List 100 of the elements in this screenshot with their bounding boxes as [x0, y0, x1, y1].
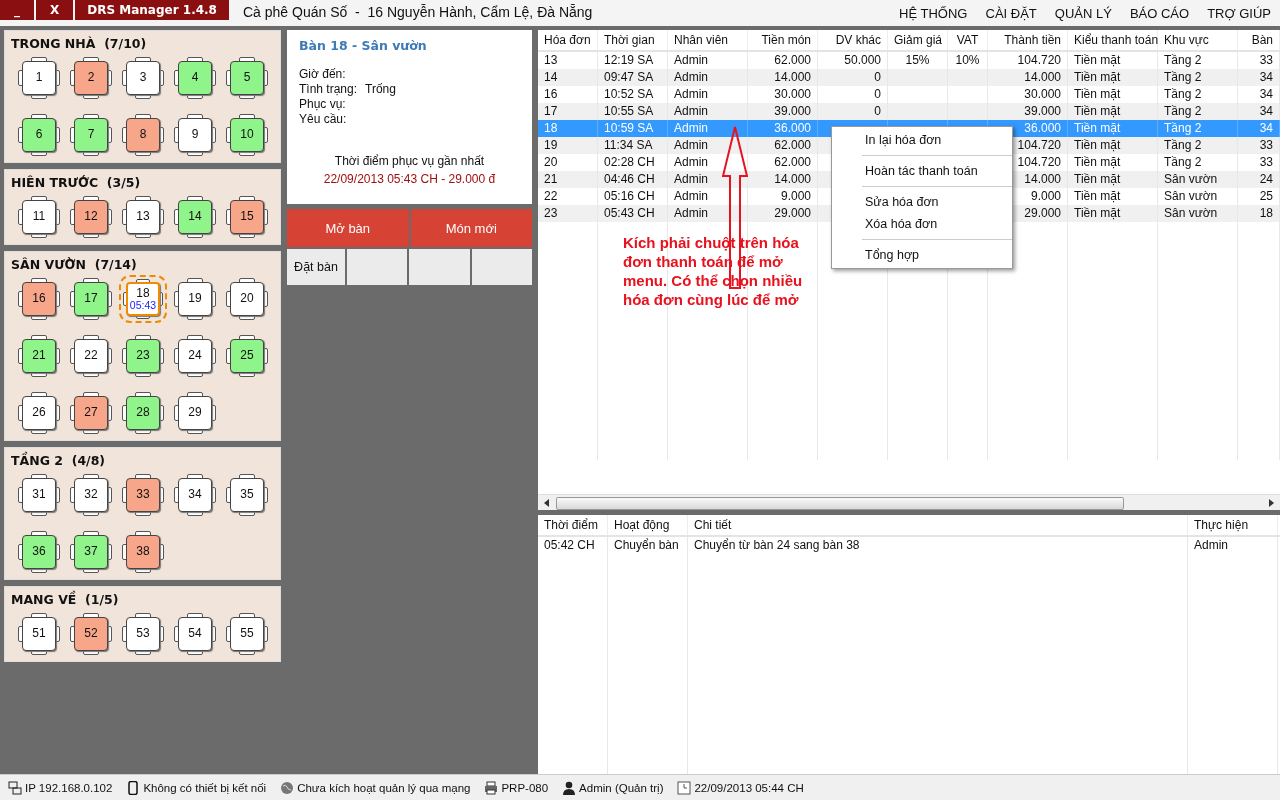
table-cell[interactable]: 14 [544, 69, 558, 86]
close-button[interactable]: X [36, 0, 76, 20]
table-cell[interactable]: 09:47 SA [604, 69, 654, 86]
table-cell[interactable]: 18 [1259, 205, 1273, 222]
menu-item[interactable]: BÁO CÁO [1120, 0, 1199, 26]
menu-item[interactable]: In lại hóa đơn [832, 129, 1012, 151]
table-cell[interactable]: 10:55 SA [604, 103, 654, 120]
table-cell[interactable]: Tiền mặt [1074, 188, 1121, 205]
table-cell[interactable]: 30.000 [774, 86, 811, 103]
table-cell[interactable]: 25 [1259, 188, 1273, 205]
table-cell[interactable]: 10:52 SA [604, 86, 654, 103]
table-cell[interactable]: 15% [905, 52, 930, 69]
table-cell[interactable]: Admin [674, 188, 708, 205]
table-cell[interactable]: 21 [544, 171, 558, 188]
table-cell[interactable]: 29.000 [774, 205, 811, 222]
table-cell[interactable]: 12:19 SA [604, 52, 654, 69]
table-cell[interactable]: Tiền mặt [1074, 103, 1121, 120]
table-cell[interactable]: Admin [674, 52, 708, 69]
globe-icon [280, 780, 295, 795]
table-cell[interactable]: 23 [544, 205, 558, 222]
menu-item[interactable]: TRỢ GIÚP [1198, 0, 1280, 26]
table-cell[interactable]: 0 [874, 86, 881, 103]
table-cell[interactable]: Admin [674, 205, 708, 222]
table-cell[interactable]: Tiền mặt [1074, 69, 1121, 86]
table-cell[interactable]: 34 [1259, 103, 1273, 120]
table-cell[interactable]: 24 [1259, 171, 1273, 188]
table-cell[interactable]: 62.000 [774, 52, 811, 69]
table-cell[interactable]: Tầng 2 [1164, 52, 1202, 69]
table-cell[interactable]: 30.000 [1024, 86, 1061, 103]
table-cell[interactable]: 62.000 [774, 137, 811, 154]
blank-button[interactable] [347, 249, 408, 285]
blank-button[interactable] [409, 249, 470, 285]
blank-button[interactable] [471, 249, 532, 285]
table-cell[interactable]: Tầng 2 [1164, 154, 1202, 171]
table-cell[interactable]: Admin [674, 103, 708, 120]
table-cell[interactable]: Tiền mặt [1074, 137, 1121, 154]
table-cell[interactable]: Tầng 2 [1164, 69, 1202, 86]
table-cell[interactable]: Admin [674, 171, 708, 188]
menu-item[interactable]: CÀI ĐẶT [976, 0, 1046, 26]
table-cell[interactable]: 22 [544, 188, 558, 205]
table-cell[interactable]: 14.000 [1024, 69, 1061, 86]
table-cell[interactable]: 34 [1259, 69, 1273, 86]
table-cell[interactable]: 62.000 [774, 154, 811, 171]
table-cell[interactable]: 50.000 [844, 52, 881, 69]
table-cell[interactable]: Admin [674, 137, 708, 154]
table-cell[interactable]: Tầng 2 [1164, 137, 1202, 154]
table-cell[interactable]: Sân vườn [1164, 171, 1218, 188]
table-cell[interactable]: Tiền mặt [1074, 52, 1121, 69]
menu-item[interactable]: QUẢN LÝ [1045, 0, 1121, 26]
table-cell[interactable]: 10% [955, 52, 980, 69]
table-cell[interactable]: 0 [874, 69, 881, 86]
table-cell[interactable]: 39.000 [1024, 103, 1061, 120]
table-cell[interactable]: 104.720 [1017, 154, 1061, 171]
table-cell[interactable]: 14.000 [774, 69, 811, 86]
table-cell[interactable]: Tầng 2 [1164, 86, 1202, 103]
table-cell[interactable]: Tiền mặt [1074, 171, 1121, 188]
table-cell[interactable]: 104.720 [1017, 52, 1061, 69]
table-cell[interactable]: 16 [544, 86, 558, 103]
action-button[interactable]: Đặt bàn [287, 249, 345, 285]
menu-item[interactable]: Hoàn tác thanh toán [832, 160, 1012, 182]
table-cell[interactable]: Sân vườn [1164, 188, 1218, 205]
table-cell[interactable]: Tầng 2 [1164, 103, 1202, 120]
table-cell[interactable]: 11:34 SA [604, 137, 653, 154]
table-cell[interactable]: Admin [674, 154, 708, 171]
action-button[interactable]: Món mới [410, 209, 532, 247]
table-cell[interactable]: 33 [1259, 137, 1273, 154]
table-cell[interactable]: 0 [874, 103, 881, 120]
menu-item[interactable]: Tổng hợp [832, 244, 1012, 266]
table-cell[interactable]: 13 [544, 52, 558, 69]
table-cell[interactable]: Sân vườn [1164, 205, 1218, 222]
table-cell[interactable]: 19 [544, 137, 558, 154]
menu-item[interactable]: Sửa hóa đơn [832, 191, 1012, 213]
table-cell[interactable]: Admin [674, 86, 708, 103]
horizontal-scrollbar[interactable] [538, 494, 1280, 510]
menu-item[interactable]: Xóa hóa đơn [832, 213, 1012, 235]
menu-item[interactable]: HỆ THỐNG [890, 0, 977, 26]
table-cell[interactable]: 104.720 [1017, 137, 1061, 154]
table-cell[interactable]: Tiền mặt [1074, 154, 1121, 171]
printer-icon [484, 780, 499, 795]
table-cell[interactable]: 14.000 [1024, 171, 1061, 188]
table-cell[interactable]: 9.000 [780, 188, 811, 205]
action-button[interactable]: Mở bàn [287, 209, 409, 247]
table-cell[interactable]: 05:16 CH [604, 188, 655, 205]
minimize-button[interactable]: _ [0, 0, 36, 20]
table-cell[interactable]: 33 [1259, 154, 1273, 171]
table-cell[interactable]: 29.000 [1024, 205, 1061, 222]
table-cell[interactable]: 14.000 [774, 171, 811, 188]
area-title: TẦNG 2 (4/8) [11, 452, 107, 470]
table-cell[interactable]: 05:43 CH [604, 205, 655, 222]
table-cell[interactable]: 9.000 [1030, 188, 1061, 205]
table-cell[interactable]: Tiền mặt [1074, 86, 1121, 103]
table-cell[interactable]: Tiền mặt [1074, 205, 1121, 222]
table-cell[interactable]: 20 [544, 154, 558, 171]
table-cell[interactable]: 33 [1259, 52, 1273, 69]
table-cell[interactable]: 04:46 CH [604, 171, 655, 188]
table-cell[interactable]: 39.000 [774, 103, 811, 120]
table-cell[interactable]: 34 [1259, 86, 1273, 103]
table-cell[interactable]: Admin [674, 69, 708, 86]
table-cell[interactable]: 02:28 CH [604, 154, 655, 171]
table-cell[interactable]: 17 [544, 103, 558, 120]
